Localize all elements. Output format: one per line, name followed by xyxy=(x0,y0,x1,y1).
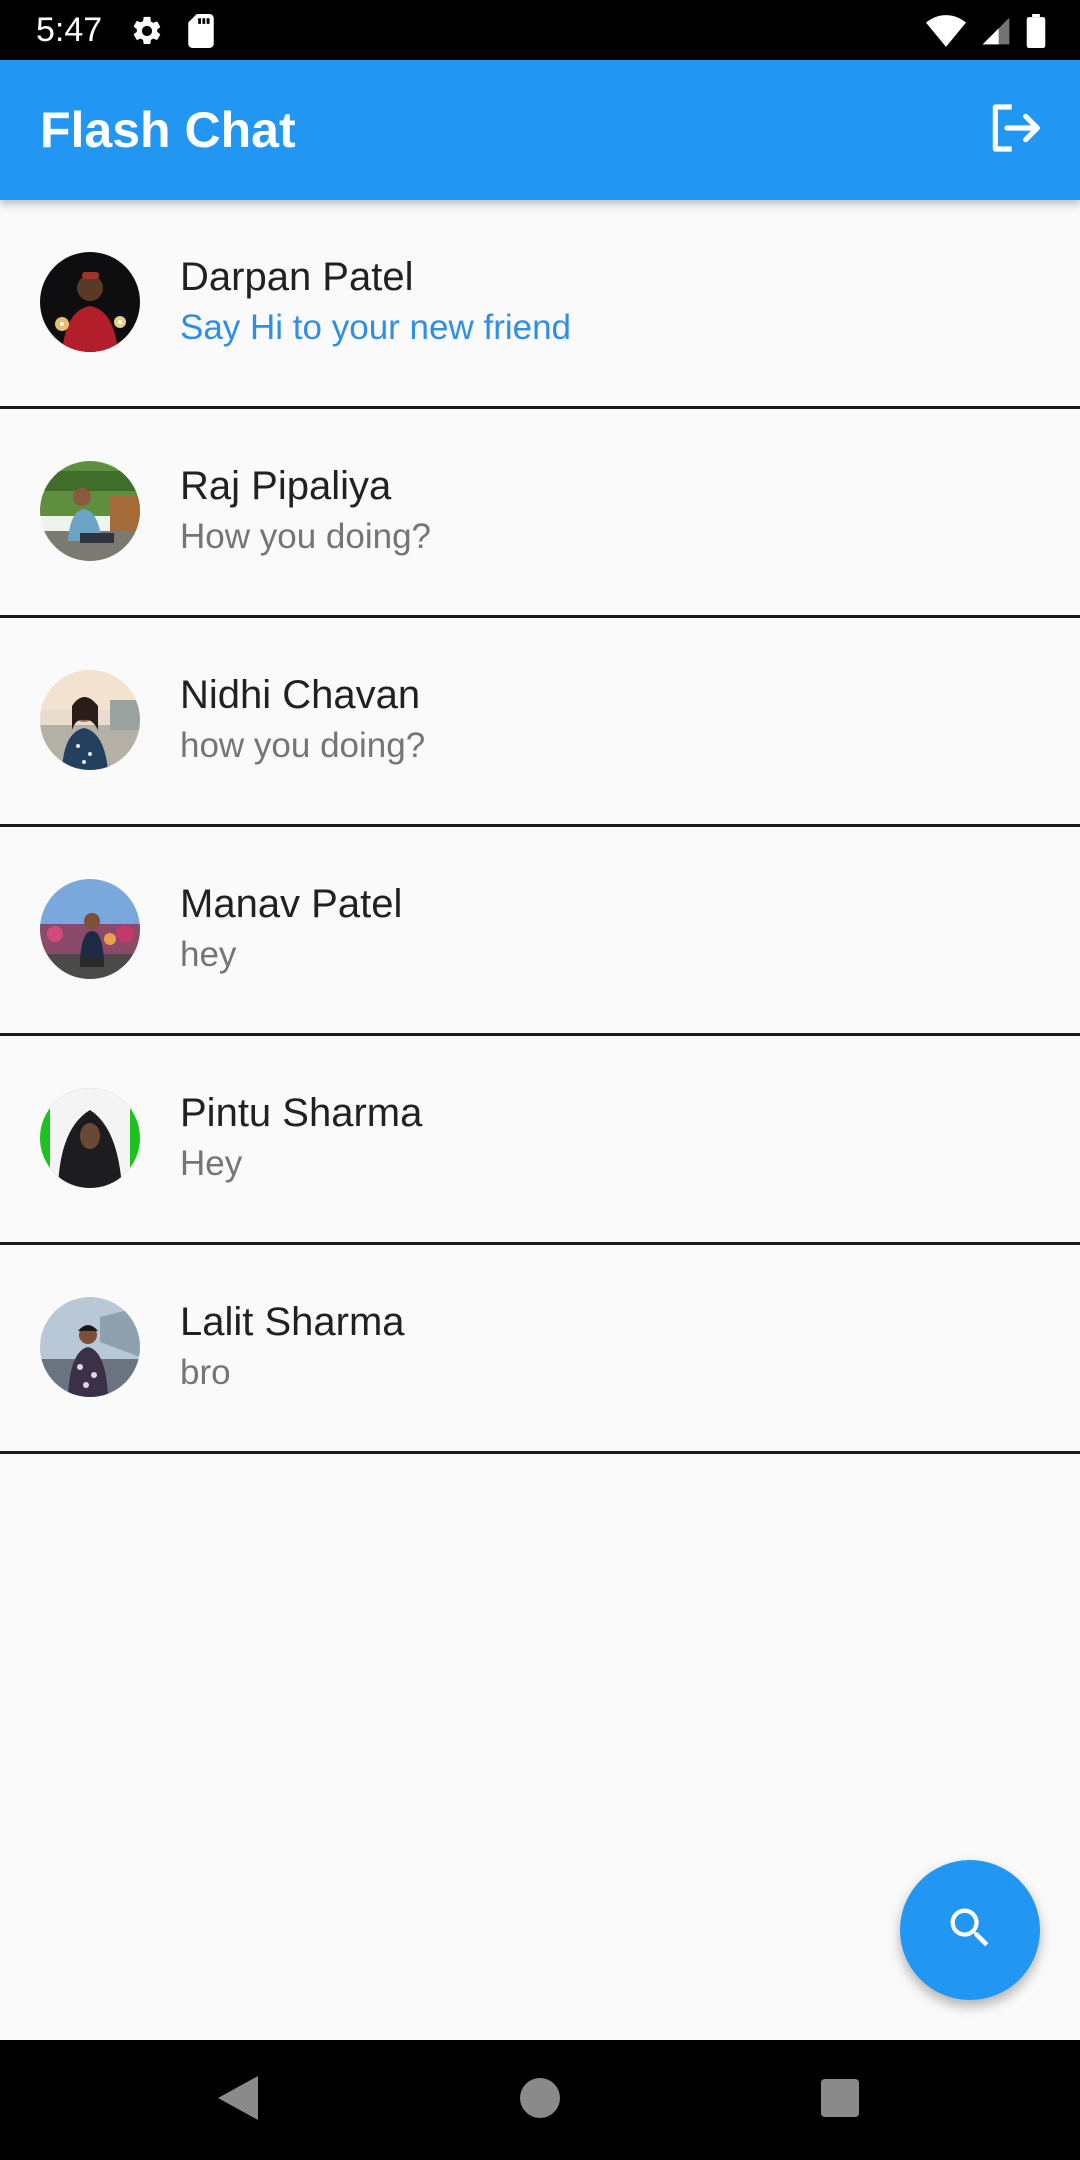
app-title: Flash Chat xyxy=(40,102,296,158)
last-message: Hey xyxy=(180,1144,243,1183)
back-icon xyxy=(218,2075,258,2125)
chat-list-item[interactable]: Pintu Sharma Hey xyxy=(0,1036,1080,1245)
contact-name: Nidhi Chavan xyxy=(180,673,421,717)
avatar xyxy=(40,1088,140,1188)
chat-list-item[interactable]: Manav Patel hey xyxy=(0,827,1080,1036)
home-icon xyxy=(520,2077,560,2123)
app-bar: Flash Chat xyxy=(0,60,1080,200)
home-button[interactable] xyxy=(510,2070,570,2130)
avatar xyxy=(40,1297,140,1397)
status-bar: 5:47 xyxy=(0,0,1080,60)
recents-icon xyxy=(821,2078,859,2122)
cell-signal-icon xyxy=(980,15,1012,52)
avatar xyxy=(40,670,140,770)
chat-list-item[interactable]: Darpan Patel Say Hi to your new friend xyxy=(0,200,1080,409)
battery-icon xyxy=(1026,14,1046,53)
recents-button[interactable] xyxy=(810,2070,870,2130)
wifi-icon xyxy=(926,15,966,52)
chat-list-item[interactable]: Raj Pipaliya How you doing? xyxy=(0,409,1080,618)
gear-icon xyxy=(130,14,164,53)
logout-icon xyxy=(986,100,1042,161)
avatar xyxy=(40,879,140,979)
last-message: bro xyxy=(180,1353,231,1392)
contact-name: Lalit Sharma xyxy=(180,1300,405,1344)
last-message: How you doing? xyxy=(180,517,431,556)
navigation-bar xyxy=(0,2040,1080,2160)
chat-list-item[interactable]: Nidhi Chavan how you doing? xyxy=(0,618,1080,827)
last-message: Say Hi to your new friend xyxy=(180,308,572,347)
contact-name: Darpan Patel xyxy=(180,255,414,299)
status-time: 5:47 xyxy=(36,11,103,49)
contact-name: Manav Patel xyxy=(180,882,403,926)
sd-card-icon xyxy=(186,14,216,53)
chat-list: Darpan Patel Say Hi to your new friend R… xyxy=(0,200,1080,1454)
contact-name: Raj Pipaliya xyxy=(180,464,392,508)
last-message: how you doing? xyxy=(180,726,426,765)
chat-list-item[interactable]: Lalit Sharma bro xyxy=(0,1245,1080,1454)
last-message: hey xyxy=(180,935,237,974)
avatar xyxy=(40,461,140,561)
logout-button[interactable] xyxy=(980,96,1048,164)
search-fab-button[interactable] xyxy=(900,1860,1040,2000)
avatar xyxy=(40,252,140,352)
contact-name: Pintu Sharma xyxy=(180,1091,423,1135)
search-icon xyxy=(944,1902,996,1959)
chat-list-screen: 5:47 Flash Chat Darpan Patel Say Hi to y… xyxy=(0,0,1080,2160)
back-button[interactable] xyxy=(208,2070,268,2130)
